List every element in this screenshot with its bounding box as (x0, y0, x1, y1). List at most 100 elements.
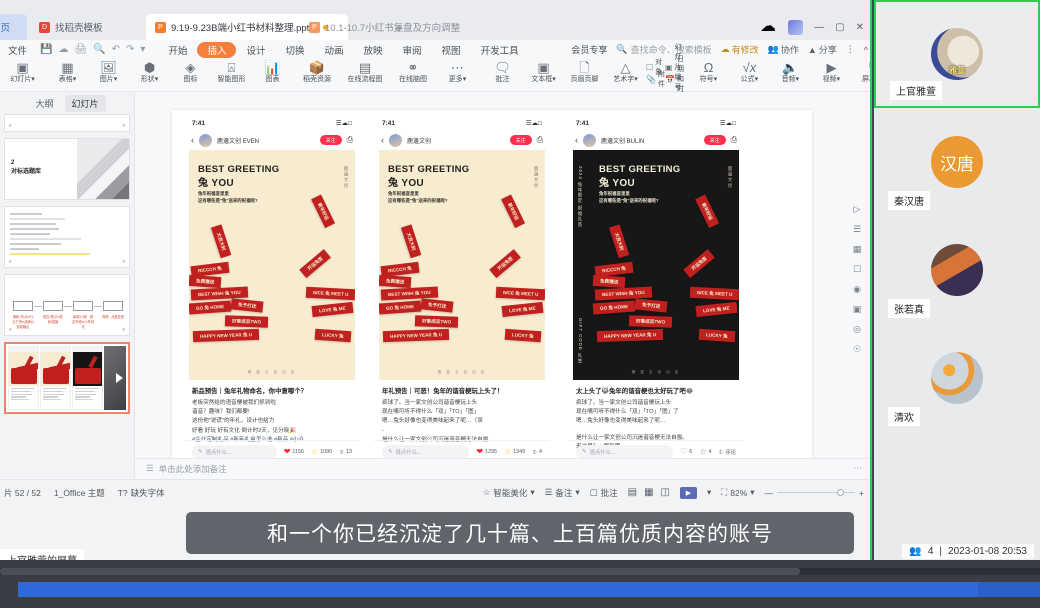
zoom-out-button[interactable]: — (765, 488, 774, 498)
ribbon-more[interactable]: ⋯ 更多▾ (437, 59, 478, 84)
help-icon[interactable]: ☉ (853, 344, 861, 355)
minimize-button[interactable]: — (814, 22, 824, 33)
collect-action[interactable]: ☆ 4 (699, 447, 711, 456)
comment-input[interactable]: ✎ 说点什么... (192, 444, 277, 459)
follow-button[interactable]: 关注 (319, 135, 342, 145)
user-avatar[interactable] (788, 20, 804, 35)
slide-canvas-pane[interactable]: 7:41 ☰☁□ ‹ 鹿邊文创 EVEN 关注 ⎙ BEST GREETING … (135, 92, 870, 478)
comment-input[interactable]: ✎ 说点什么... (576, 444, 674, 459)
maximize-button[interactable]: ▢ (835, 22, 844, 33)
chevron-up-icon[interactable]: ^ (864, 45, 868, 55)
zoom-slider[interactable]: — + (765, 488, 864, 498)
tab-insert[interactable]: 插入 (197, 41, 237, 58)
tab-start[interactable]: 开始 (158, 42, 197, 58)
tab-review[interactable]: 审阅 (393, 42, 432, 58)
save-icon[interactable]: 💾 (40, 44, 52, 55)
thumbnail-list[interactable]: ★ ★ 2 对标选题库 ★ ★ 爆款+热点\n行业干货\n品牌价值观输出 图文/… (0, 114, 134, 478)
cloud-save-icon[interactable]: ☁ (58, 44, 68, 55)
comment-input[interactable]: ✎ 说点什么... (382, 444, 470, 459)
ribbon-shapes[interactable]: ⬢ 形状▾ (129, 59, 170, 84)
notes-pane[interactable]: ☰ 单击此处添加备注 ⋯ (135, 458, 870, 478)
tab-outline[interactable]: 大纲 (28, 95, 60, 112)
participant-card[interactable]: 张若真 (874, 216, 1040, 324)
undo-icon[interactable]: ↶ (112, 44, 120, 55)
modified-status[interactable]: ☁ 有修改 (721, 43, 759, 56)
theme-label[interactable]: 1_Office 主题 (54, 487, 105, 499)
frame-icon[interactable]: ▣ (853, 304, 862, 315)
slide-sorter-icon[interactable]: ▦ (644, 487, 653, 498)
tab-slideshow[interactable]: 放映 (354, 42, 393, 58)
tab-developer[interactable]: 开发工具 (471, 42, 529, 58)
back-icon[interactable]: ‹ (381, 135, 384, 145)
ribbon-wordart[interactable]: △ 艺术字▾ (605, 59, 646, 84)
tab-home[interactable]: 首页 (0, 14, 27, 40)
horizontal-scrollbar[interactable] (0, 568, 1040, 575)
back-icon[interactable]: ‹ (191, 135, 194, 145)
ribbon-icons[interactable]: ◈ 图标 (170, 59, 211, 84)
follow-button[interactable]: 关注 (509, 135, 532, 145)
vip-exclusive-button[interactable]: 会员专享 (571, 43, 607, 56)
slide-thumbnail[interactable]: 爆款+热点\n行业干货\n品牌价值观输出 图文/笔记\n视频/直播 每周3-5篇… (4, 274, 130, 336)
tab-animation[interactable]: 动画 (315, 42, 354, 58)
tab-docer-templates[interactable]: D 找稻壳模板 (30, 14, 112, 40)
participant-card[interactable]: 清欢 (874, 324, 1040, 432)
ribbon-new-slide[interactable]: ▣ 幻灯片▾ (2, 59, 43, 84)
palette-icon[interactable]: ◉ (853, 284, 861, 295)
like-action[interactable]: ♡ 6 (680, 447, 692, 456)
notes-toggle-button[interactable]: ☰ 备注 ▾ (545, 487, 580, 499)
ribbon-attachment[interactable]: 📎 附件 (646, 71, 665, 88)
share-icon[interactable]: ⎙ (347, 135, 353, 145)
print-preview-icon[interactable]: 🔍 (93, 44, 105, 55)
new-tab-button[interactable]: + (395, 20, 403, 36)
ribbon-online-mindmap[interactable]: ⚭ 在线脑图 (389, 59, 437, 84)
comment-action[interactable]: ⌽ 评论 (718, 447, 736, 456)
align-icon[interactable]: ☰ (853, 224, 861, 235)
like-action[interactable]: ❤ 1156 (284, 447, 304, 456)
follow-button[interactable]: 关注 (703, 135, 726, 145)
ribbon-video[interactable]: ▶ 视频▾ (811, 59, 852, 84)
comment-toggle-button[interactable]: ▢ 批注 (590, 487, 618, 499)
slide-thumbnail-selected[interactable] (4, 342, 130, 414)
ribbon-picture[interactable]: 🖼 图片▾ (88, 59, 129, 84)
back-icon[interactable]: ‹ (575, 135, 578, 145)
slide-thumbnail[interactable]: ★ ★ (4, 206, 130, 268)
redo-icon[interactable]: ↷ (126, 44, 134, 55)
scrollbar-thumb[interactable] (0, 568, 800, 575)
slide-thumbnail[interactable]: 2 对标选题库 (4, 138, 130, 200)
more-vertical-icon[interactable]: ⋮ (846, 44, 855, 55)
tab-transition[interactable]: 切换 (275, 42, 314, 58)
like-action[interactable]: ❤ 1295 (476, 447, 497, 456)
eye-icon[interactable]: ◎ (853, 324, 861, 335)
slide-canvas[interactable]: 7:41 ☰☁□ ‹ 鹿邊文创 EVEN 关注 ⎙ BEST GREETING … (172, 110, 812, 470)
slideshow-options-icon[interactable]: ▾ (707, 487, 711, 498)
zoom-in-button[interactable]: + (859, 488, 864, 498)
beautify-button[interactable]: ☆ 智能美化 ▾ (483, 487, 535, 499)
share-icon[interactable]: ⎙ (537, 135, 543, 145)
comment-action[interactable]: ⌽ 13 (339, 447, 352, 456)
ribbon-chart[interactable]: 📊 图表 (252, 59, 293, 84)
ribbon-formula[interactable]: √x 公式▾ (729, 59, 770, 84)
ribbon-docer-resource[interactable]: 📦 稻壳资源 (293, 59, 341, 84)
crop-icon[interactable]: ☐ (853, 264, 861, 275)
cursor-select-icon[interactable]: ▷ (854, 204, 861, 215)
participant-card-active[interactable]: 雅萱 上官雅萱 (874, 0, 1040, 108)
customize-icon[interactable]: ▾ (140, 44, 145, 55)
collaborate-button[interactable]: 👥 协作 (768, 43, 799, 56)
fit-slide-button[interactable]: ⛶ 82% ▾ (721, 487, 754, 498)
ribbon-audio[interactable]: 🔈 音频▾ (770, 59, 811, 84)
ribbon-header-footer[interactable]: 🗋 页眉页脚 (564, 59, 605, 84)
print-icon[interactable]: 🖨 (74, 44, 87, 55)
zoom-knob[interactable] (837, 489, 845, 496)
comment-action[interactable]: ⌽ 4 (532, 447, 542, 456)
more-horizontal-icon[interactable]: ⋯ (853, 463, 862, 474)
share-icon[interactable]: ⎙ (731, 135, 737, 145)
slide-thumbnail[interactable]: ★ ★ (4, 114, 130, 132)
reading-view-icon[interactable]: ◫ (661, 487, 670, 498)
participant-card[interactable]: 汉唐 秦汉唐 (874, 108, 1040, 216)
ribbon-symbol[interactable]: Ω 符号▾ (688, 59, 729, 84)
ribbon-smartart[interactable]: ⍓ 智能图形 (211, 59, 252, 84)
cloud-sync-button[interactable]: ☁ (760, 16, 776, 36)
layers-icon[interactable]: ▦ (853, 244, 862, 255)
menu-file[interactable]: 文件 (3, 43, 32, 57)
start-slideshow-button[interactable]: ▶ (680, 486, 697, 499)
